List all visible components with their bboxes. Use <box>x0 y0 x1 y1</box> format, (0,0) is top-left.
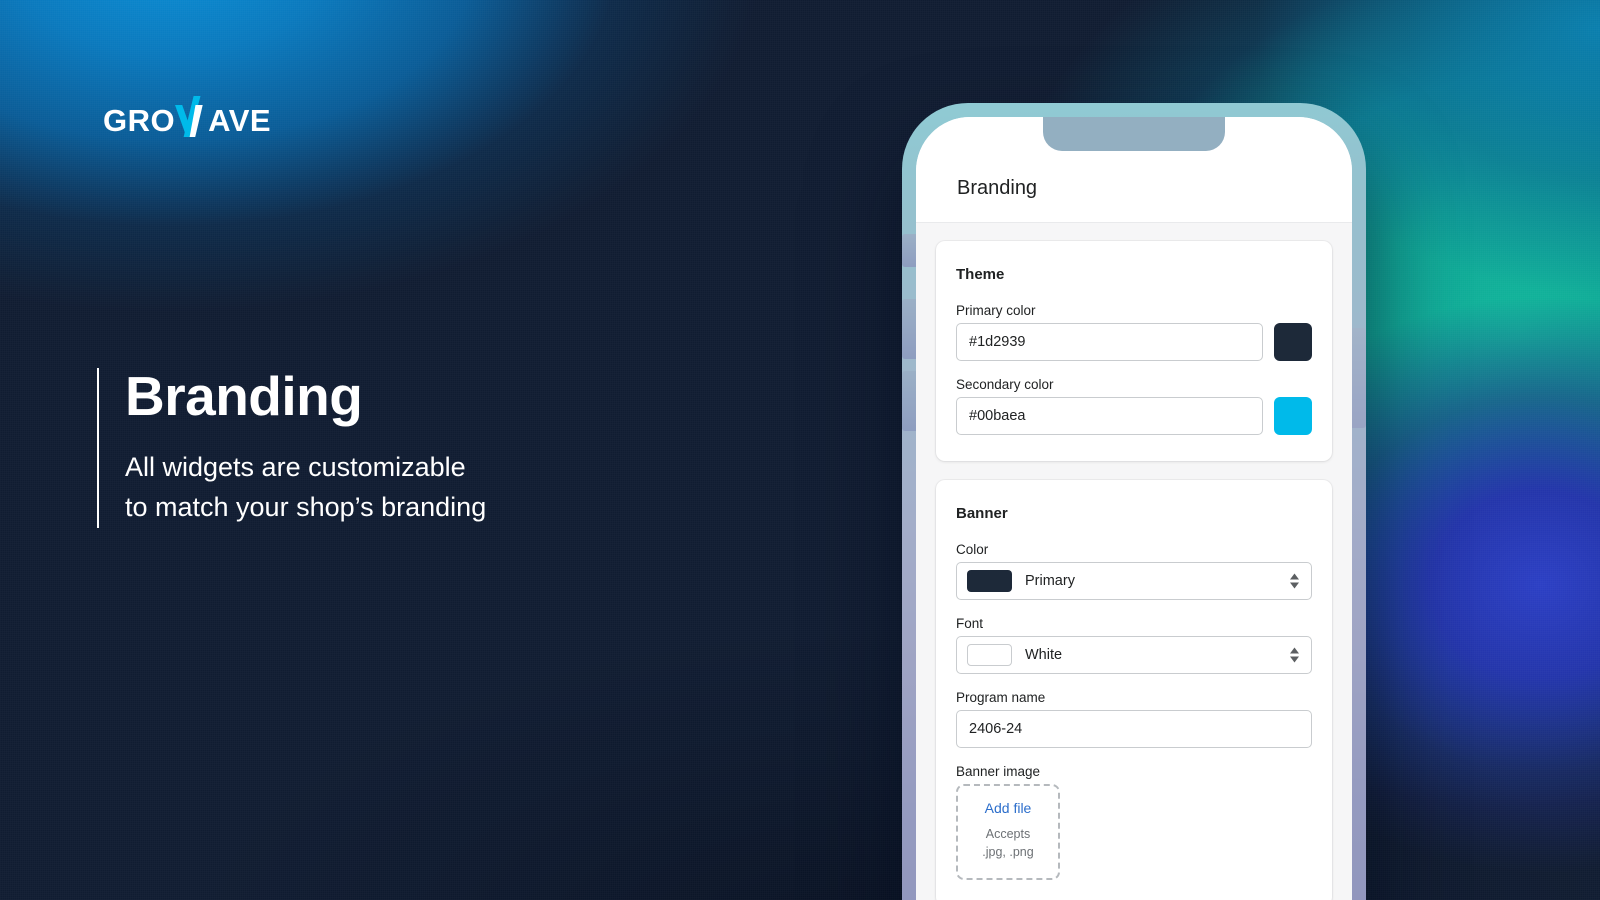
banner-image-hint-line-2: .jpg, .png <box>982 844 1034 859</box>
primary-color-swatch[interactable] <box>1274 323 1312 361</box>
phone-bezel: Branding Theme Primary color #1d2939 Sec… <box>902 103 1366 900</box>
logo-w-wave-icon <box>175 96 208 137</box>
banner-color-select[interactable]: Primary <box>956 562 1312 600</box>
chevron-updown-icon <box>1290 647 1299 663</box>
chevron-updown-icon <box>1290 573 1299 589</box>
banner-color-swatch <box>967 570 1012 592</box>
hero-subtitle-line-2: to match your shop’s branding <box>125 491 487 522</box>
program-name-label: Program name <box>956 690 1046 705</box>
program-name-input[interactable]: 2406-24 <box>956 710 1312 748</box>
banner-image-field: Banner image Add file Accepts .jpg, .png <box>956 764 1312 880</box>
phone-screen: Branding Theme Primary color #1d2939 Sec… <box>916 117 1352 900</box>
page-title: Branding <box>957 177 1038 199</box>
banner-font-label: Font <box>956 616 984 631</box>
banner-font-value: White <box>1025 647 1063 663</box>
banner-color-label: Color <box>956 542 989 557</box>
primary-color-label: Primary color <box>956 303 1036 318</box>
banner-image-hint-line-1: Accepts <box>985 827 1031 841</box>
phone-notch <box>1043 117 1225 151</box>
phone-mockup: Branding Theme Primary color #1d2939 Sec… <box>888 103 1380 900</box>
banner-font-select[interactable]: White <box>956 636 1312 674</box>
primary-color-field: Primary color #1d2939 <box>956 303 1312 361</box>
hero-section: Branding All widgets are customizable to… <box>97 365 486 528</box>
logo-text-gro: GRO <box>103 103 176 138</box>
hero-title: Branding <box>125 365 363 427</box>
secondary-color-label: Secondary color <box>956 377 1054 392</box>
secondary-color-field: Secondary color #00baea <box>956 377 1312 435</box>
theme-card: Theme Primary color #1d2939 Secondary co… <box>936 241 1332 461</box>
primary-color-input[interactable]: #1d2939 <box>956 323 1263 361</box>
banner-card: Banner Color Primary Font White Program … <box>936 480 1332 900</box>
secondary-color-swatch[interactable] <box>1274 397 1312 435</box>
banner-image-label: Banner image <box>956 764 1041 779</box>
program-name-field: Program name 2406-24 <box>956 690 1312 748</box>
banner-color-field: Color Primary <box>956 542 1312 600</box>
app-content: Theme Primary color #1d2939 Secondary co… <box>916 223 1352 900</box>
banner-color-value: Primary <box>1025 573 1075 589</box>
hero-subtitle-line-1: All widgets are customizable <box>125 451 466 482</box>
banner-image-dropzone[interactable]: Add file Accepts .jpg, .png <box>956 784 1060 880</box>
banner-card-title: Banner <box>956 505 1008 522</box>
logo-text-ave: AVE <box>208 103 272 138</box>
secondary-color-input[interactable]: #00baea <box>956 397 1263 435</box>
theme-card-title: Theme <box>956 266 1005 283</box>
banner-font-swatch <box>967 644 1012 666</box>
growave-logo: GRO AVE <box>103 96 272 138</box>
add-file-link[interactable]: Add file <box>964 800 1052 816</box>
banner-image-hint: Accepts .jpg, .png <box>964 826 1052 862</box>
hero-subtitle: All widgets are customizable to match yo… <box>125 448 486 528</box>
banner-font-field: Font White <box>956 616 1312 674</box>
